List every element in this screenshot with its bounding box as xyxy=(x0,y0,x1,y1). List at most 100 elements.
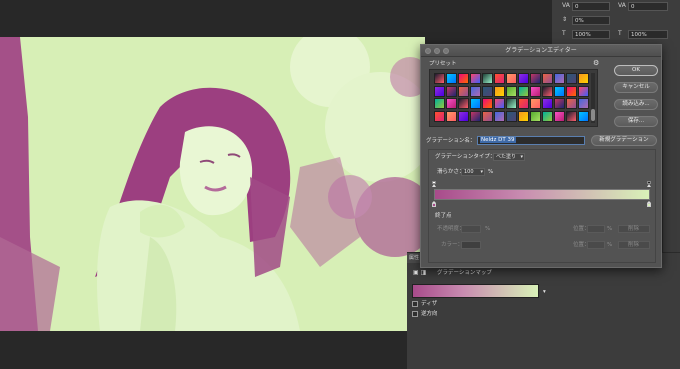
preset-swatch[interactable] xyxy=(446,85,457,97)
preset-swatch[interactable] xyxy=(494,98,505,109)
dither-checkbox[interactable] xyxy=(412,301,418,307)
save-button[interactable]: 保存... xyxy=(614,116,658,127)
tracking-icon: VA xyxy=(562,2,570,9)
preset-swatch[interactable] xyxy=(470,110,481,122)
properties-panel: 属性 ▣ ◨ グラデーションマップ ▾ ディザ 逆方向 xyxy=(407,252,680,369)
preset-swatch[interactable] xyxy=(554,85,565,97)
preset-swatch[interactable] xyxy=(554,110,565,122)
preset-swatch[interactable] xyxy=(434,98,445,109)
preset-swatch[interactable] xyxy=(506,85,517,97)
color-stop-left[interactable] xyxy=(432,201,436,207)
preset-swatch[interactable] xyxy=(566,98,577,109)
opacity-location-field xyxy=(587,225,605,233)
preset-swatch[interactable] xyxy=(530,98,541,109)
reverse-label: 逆方向 xyxy=(421,311,438,317)
preset-swatch[interactable] xyxy=(578,85,589,97)
preset-swatch[interactable] xyxy=(554,73,565,84)
preset-swatch[interactable] xyxy=(482,110,493,122)
text-icon: T xyxy=(562,30,566,37)
gradient-bar[interactable] xyxy=(434,189,650,200)
document-canvas[interactable] xyxy=(0,37,425,331)
preset-swatch[interactable] xyxy=(494,110,505,122)
preset-swatch[interactable] xyxy=(566,73,577,84)
preset-swatch[interactable] xyxy=(446,110,457,122)
preset-scrollbar[interactable] xyxy=(591,73,595,123)
gradient-map-preview[interactable] xyxy=(412,284,539,298)
right-panel-dock xyxy=(662,60,680,252)
gradient-editor-dialog: グラデーションエディター プリセット ⚙ OK キャンセル 読み込み... 保存… xyxy=(420,44,662,268)
reverse-checkbox[interactable] xyxy=(412,311,418,317)
dialog-titlebar[interactable]: グラデーションエディター xyxy=(421,45,661,57)
gradient-map-icon: ▣ ◨ xyxy=(413,269,427,276)
kerning-field[interactable]: 0 xyxy=(572,2,610,11)
preset-swatch[interactable] xyxy=(578,98,589,109)
preset-swatch[interactable] xyxy=(542,85,553,97)
preset-swatch[interactable] xyxy=(518,85,529,97)
preset-swatch[interactable] xyxy=(530,85,541,97)
color-stop-right[interactable] xyxy=(647,201,651,207)
preset-swatch[interactable] xyxy=(506,98,517,109)
preset-swatch[interactable] xyxy=(494,85,505,97)
vertical-scale-field[interactable]: 0% xyxy=(572,16,610,25)
preset-swatch[interactable] xyxy=(518,98,529,109)
name-label: グラデーション名： xyxy=(426,138,476,144)
preset-swatch[interactable] xyxy=(542,98,553,109)
preset-swatch[interactable] xyxy=(446,98,457,109)
ok-button[interactable]: OK xyxy=(614,65,658,76)
opacity-unit: % xyxy=(485,226,491,232)
preset-swatch[interactable] xyxy=(530,73,541,84)
smoothness-value: 100 xyxy=(464,169,474,175)
gear-icon[interactable]: ⚙ xyxy=(593,60,599,67)
preset-swatch[interactable] xyxy=(482,85,493,97)
preset-swatch[interactable] xyxy=(458,98,469,109)
preset-swatch[interactable] xyxy=(446,73,457,84)
preset-swatch[interactable] xyxy=(506,73,517,84)
preset-swatch[interactable] xyxy=(482,73,493,84)
stops-label: 終了点 xyxy=(435,213,452,219)
chevron-down-icon: ▾ xyxy=(480,169,483,175)
color-label: カラー： xyxy=(441,242,464,248)
preset-swatch[interactable] xyxy=(578,110,589,122)
load-button[interactable]: 読み込み... xyxy=(614,99,658,110)
color-location-unit: % xyxy=(607,242,613,248)
color-location-field xyxy=(587,241,605,249)
vertical-scale-field-2[interactable]: 100% xyxy=(572,30,610,39)
opacity-field xyxy=(461,225,481,233)
preset-swatch[interactable] xyxy=(506,110,517,122)
tracking-field[interactable]: 0 xyxy=(628,2,668,11)
preset-swatch[interactable] xyxy=(494,73,505,84)
smoothness-field[interactable]: 100 ▾ xyxy=(461,168,485,176)
opacity-stop-left[interactable] xyxy=(432,181,436,187)
opacity-stop-right[interactable] xyxy=(647,181,651,187)
preset-swatch[interactable] xyxy=(554,98,565,109)
preset-swatch[interactable] xyxy=(518,110,529,122)
preset-swatch[interactable] xyxy=(434,110,445,122)
preset-swatch[interactable] xyxy=(542,110,553,122)
preset-swatch[interactable] xyxy=(470,85,481,97)
cancel-button[interactable]: キャンセル xyxy=(614,82,658,93)
preset-swatch[interactable] xyxy=(434,85,445,97)
horizontal-scale-field[interactable]: 100% xyxy=(628,30,668,39)
new-gradient-button[interactable]: 新規グラデーション xyxy=(591,135,657,146)
preset-swatch[interactable] xyxy=(578,73,589,84)
preset-swatch[interactable] xyxy=(518,73,529,84)
opacity-delete-label: 削除 xyxy=(628,226,640,232)
preset-swatch[interactable] xyxy=(470,73,481,84)
gradient-type-select[interactable]: べた塗り ▾ xyxy=(493,153,525,161)
preset-scroll-thumb[interactable] xyxy=(591,109,595,121)
preset-swatch[interactable] xyxy=(566,85,577,97)
text-icon-2: T xyxy=(618,30,622,37)
gradient-name-input[interactable]: Neldz DT 39 xyxy=(477,136,585,145)
gradient-name-value: Neldz DT 39 xyxy=(480,137,516,143)
preset-swatch[interactable] xyxy=(566,110,577,122)
preset-swatch[interactable] xyxy=(482,98,493,109)
gradient-dropdown-icon[interactable]: ▾ xyxy=(543,289,546,296)
preset-swatch[interactable] xyxy=(458,110,469,122)
preset-swatch[interactable] xyxy=(470,98,481,109)
preset-swatch[interactable] xyxy=(458,85,469,97)
preset-swatch[interactable] xyxy=(542,73,553,84)
preset-swatch[interactable] xyxy=(530,110,541,122)
scale-icon: ⇕ xyxy=(562,16,568,23)
preset-swatch[interactable] xyxy=(434,73,445,84)
preset-swatch[interactable] xyxy=(458,73,469,84)
